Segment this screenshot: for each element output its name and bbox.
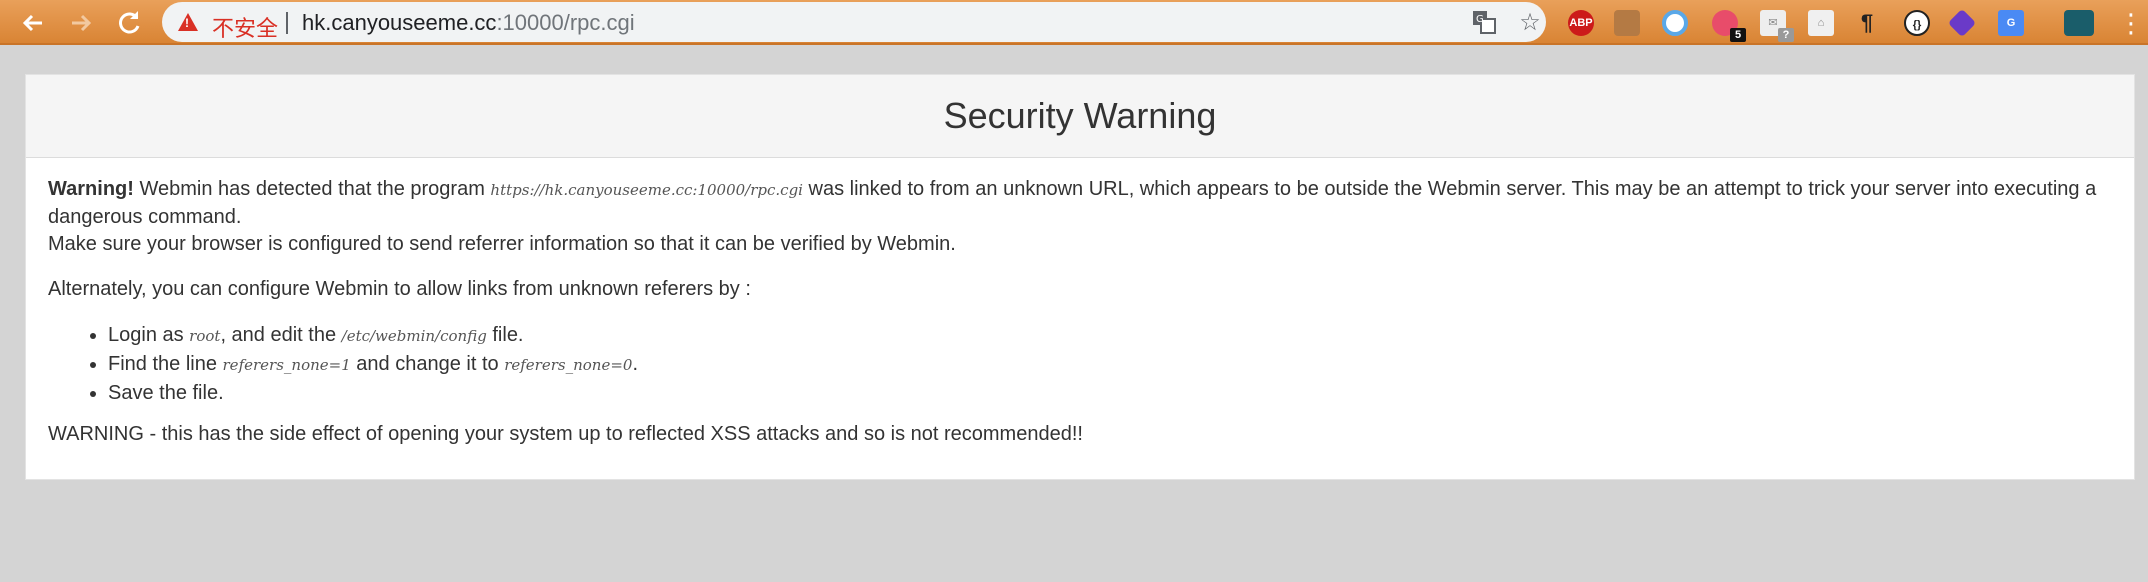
url-text[interactable]: hk.canyouseeme.cc:10000/rpc.cgi bbox=[302, 10, 635, 36]
list-item: Login as root, and edit the /etc/webmin/… bbox=[108, 321, 2112, 350]
translate-icon[interactable]: G bbox=[1470, 9, 1498, 37]
browser-toolbar: 不安全 hk.canyouseeme.cc:10000/rpc.cgi G ☆ … bbox=[0, 0, 2148, 45]
intro-text-1: Webmin has detected that the program bbox=[133, 178, 491, 200]
cube-extension-icon[interactable] bbox=[1947, 8, 1977, 38]
omnibox-divider bbox=[286, 12, 288, 34]
flower-extension-icon[interactable]: 5 bbox=[1712, 10, 1746, 42]
security-status[interactable]: 不安全 bbox=[212, 11, 278, 43]
reload-icon bbox=[119, 11, 140, 34]
code-file: /etc/webmin/config bbox=[341, 327, 487, 345]
ring-extension-icon[interactable] bbox=[1662, 10, 1688, 36]
bookmark-star-icon[interactable]: ☆ bbox=[1516, 9, 1544, 37]
step-text: and change it to bbox=[350, 353, 505, 375]
program-url: https://hk.canyouseeme.cc:10000/rpc.cgi bbox=[490, 181, 803, 199]
arrow-right-icon bbox=[72, 14, 92, 32]
url-path: :10000/rpc.cgi bbox=[496, 10, 635, 35]
referrer-note: Make sure your browser is configured to … bbox=[48, 233, 956, 255]
code-new-value: referers_none=0 bbox=[504, 356, 633, 374]
warning-body: Warning! Webmin has detected that the pr… bbox=[26, 158, 2134, 448]
warning-label: Warning! bbox=[48, 178, 134, 200]
google-translate-extension-icon[interactable]: G bbox=[1998, 10, 2024, 36]
alternate-text: Alternately, you can configure Webmin to… bbox=[48, 278, 751, 300]
code-old-value: referers_none=1 bbox=[222, 356, 351, 374]
adblock-extension-icon[interactable]: ABP bbox=[1568, 10, 1594, 36]
svg-text:G: G bbox=[1476, 14, 1484, 25]
final-warning: WARNING - this has the side effect of op… bbox=[48, 423, 1083, 445]
back-button[interactable] bbox=[18, 8, 48, 38]
page-title: Security Warning bbox=[26, 75, 2134, 158]
step-text: Login as bbox=[108, 324, 190, 346]
forward-button[interactable] bbox=[66, 8, 96, 38]
warning-intro: Warning! Webmin has detected that the pr… bbox=[48, 176, 2112, 258]
translate-extension-icon[interactable]: ⌂ bbox=[1808, 10, 1834, 36]
url-host: hk.canyouseeme.cc bbox=[302, 10, 497, 35]
extension-dark-icon[interactable] bbox=[2064, 10, 2094, 36]
extension-gray-icon[interactable] bbox=[1614, 10, 1640, 36]
step-text: Save the file. bbox=[108, 382, 224, 404]
list-item: Save the file. bbox=[108, 379, 2112, 407]
step-text: file. bbox=[486, 324, 524, 346]
paragraph-extension-icon[interactable]: ¶ bbox=[1854, 10, 1880, 36]
arrow-left-icon bbox=[22, 14, 42, 32]
extension-badge: 5 bbox=[1730, 28, 1746, 42]
step-text: , and edit the bbox=[220, 324, 342, 346]
list-item: Find the line referers_none=1 and change… bbox=[108, 350, 2112, 379]
step-text: Find the line bbox=[108, 353, 223, 375]
mail-extension-icon[interactable]: ✉? bbox=[1760, 10, 1794, 42]
browser-menu-icon[interactable]: ⋮ bbox=[2118, 8, 2144, 38]
extension-badge: ? bbox=[1778, 28, 1794, 42]
reload-button[interactable] bbox=[114, 8, 144, 38]
json-extension-icon[interactable]: {} bbox=[1904, 10, 1930, 36]
step-text: . bbox=[632, 353, 638, 375]
code-user: root bbox=[189, 327, 221, 345]
security-warning-panel: Security Warning Warning! Webmin has det… bbox=[25, 74, 2135, 480]
steps-list: Login as root, and edit the /etc/webmin/… bbox=[48, 321, 2112, 407]
warning-icon[interactable] bbox=[178, 13, 198, 31]
address-bar[interactable]: 不安全 hk.canyouseeme.cc:10000/rpc.cgi G ☆ bbox=[162, 2, 1546, 42]
